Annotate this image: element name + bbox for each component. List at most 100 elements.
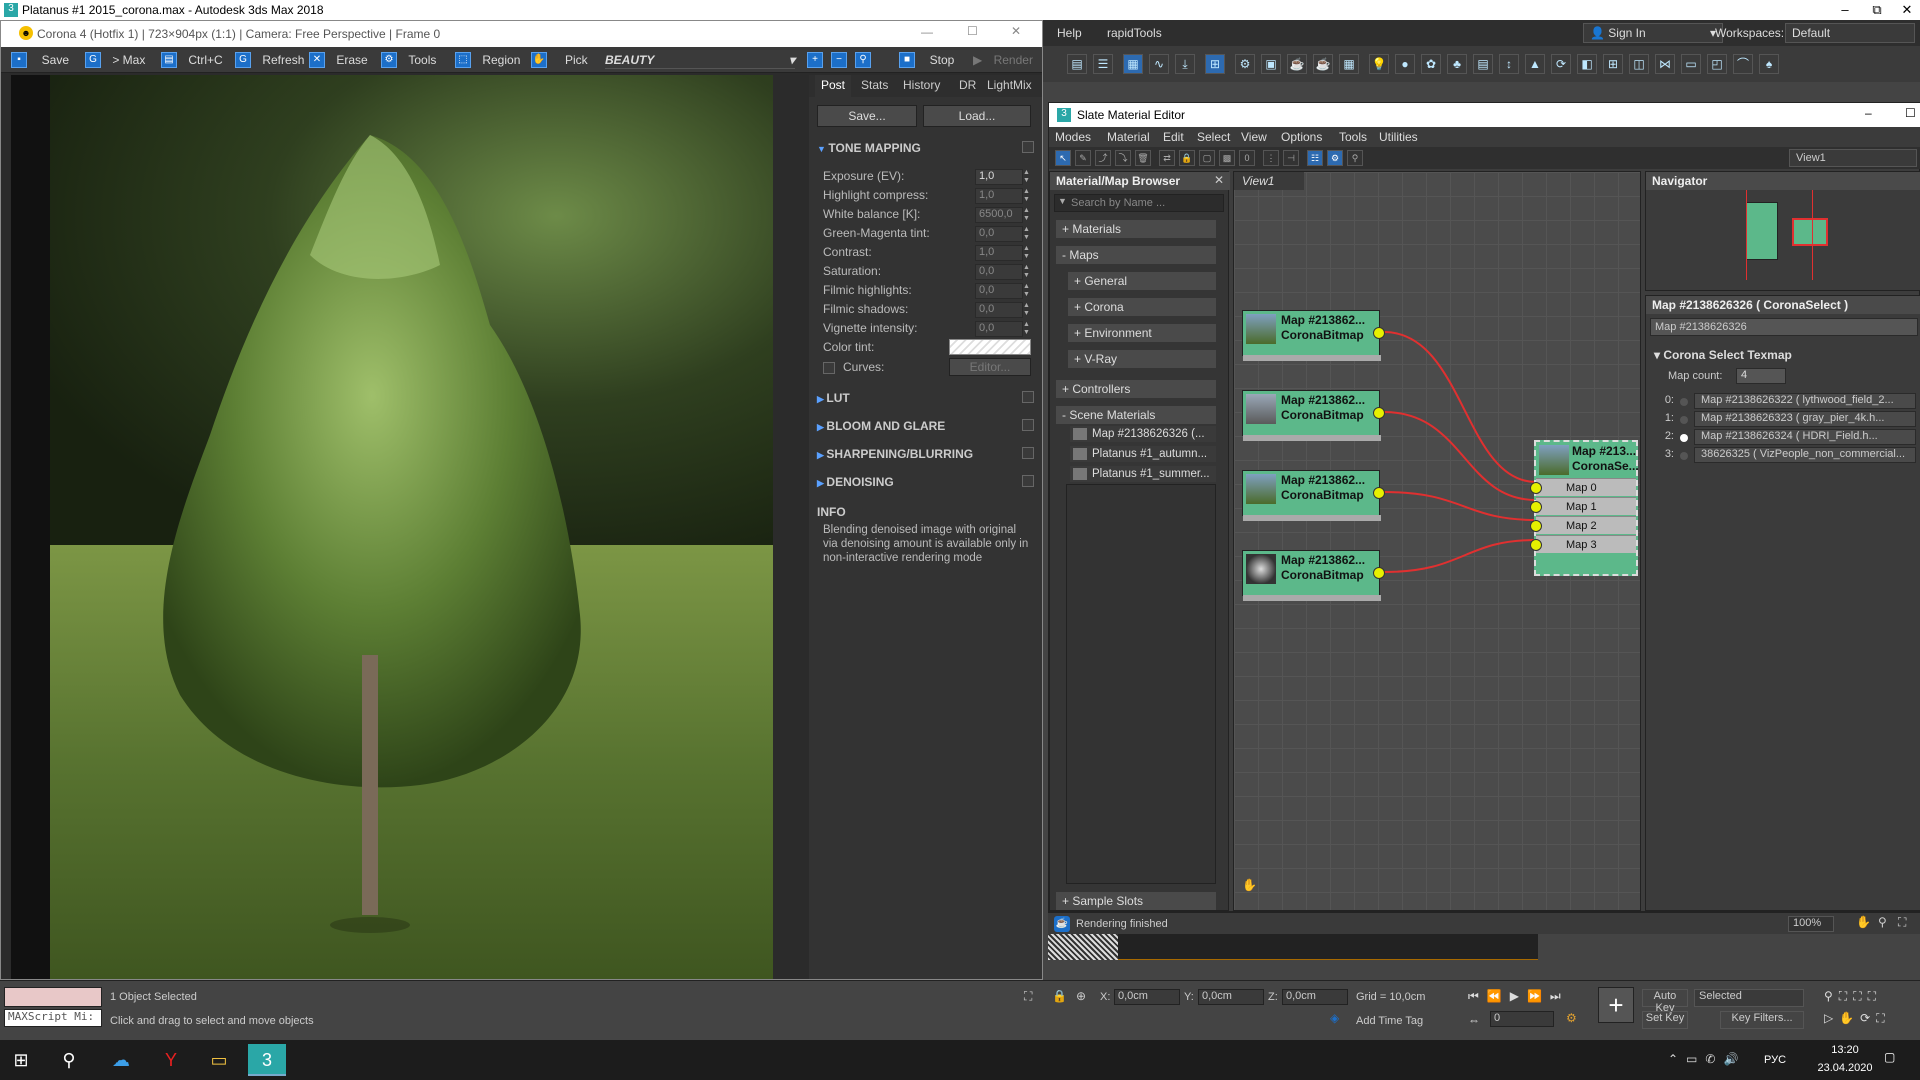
post-save-button[interactable]: Save... [817,105,917,127]
input-socket[interactable] [1530,501,1542,513]
material-editor-icon[interactable]: ⊞ [1205,54,1225,74]
curves-checkbox[interactable] [823,362,835,374]
zoom-fit-button[interactable]: ⚲ [855,51,871,69]
slate-minimize-button[interactable]: – [1865,106,1872,120]
render-production-icon[interactable]: ☕ [1287,54,1307,74]
select-tool-icon[interactable]: ↖ [1055,150,1071,166]
scene-item-autumn[interactable]: Platanus #1_autumn... [1070,446,1216,462]
radio-map-1[interactable] [1680,416,1688,424]
put-material-icon[interactable]: ⤴ [1095,150,1111,166]
corona-select-node[interactable]: Map #213... CoronaSe... Map 0 Map 1 Map 2… [1530,440,1639,576]
slate-menu-options[interactable]: Options [1281,130,1322,144]
network-icon[interactable]: ⋈ [1655,54,1675,74]
cfb-tools-button[interactable]: ⚙ Tools [381,51,436,69]
slot-map0[interactable]: Map 0 [1530,478,1636,496]
cfb-copy-button[interactable]: ▤ Ctrl+C [161,51,223,69]
viewport-orbit-icons[interactable]: ▷✋⟳⛶ [1824,1011,1891,1026]
browser-maps-vray[interactable]: + V-Ray [1068,350,1216,368]
selected-dropdown[interactable]: Selected [1694,989,1804,1007]
current-frame-input[interactable]: 0 [1490,1011,1554,1027]
pan-icon[interactable]: ✋ [1856,915,1871,929]
zoom-dropdown[interactable]: 100% [1788,916,1834,932]
maxscript-listener-top[interactable] [4,987,102,1007]
y-coordinate-input[interactable]: 0,0cm [1198,989,1264,1005]
table-icon[interactable]: ▤ [1473,54,1493,74]
add-time-tag[interactable]: Add Time Tag [1356,1015,1423,1027]
close-button[interactable]: ✕ [1892,2,1920,18]
cfb-refresh-button[interactable]: G Refresh [235,51,304,69]
z-coordinate-input[interactable]: 0,0cm [1282,989,1348,1005]
post-load-button[interactable]: Load... [923,105,1031,127]
tab-lightmix[interactable]: LightMix [987,78,1032,92]
refresh-icon[interactable]: ⟳ [1551,54,1571,74]
channel-dropdown[interactable]: BEAUTY ▾ [605,51,795,69]
slate-menu-modes[interactable]: Modes [1055,130,1091,144]
browser-sample-slots[interactable]: + Sample Slots [1056,892,1216,910]
denoising-toggle[interactable] [1022,475,1034,487]
spinner-icon[interactable]: ▲ ▼ [1023,207,1031,223]
output-socket[interactable] [1373,407,1385,419]
workspace-dropdown[interactable]: Default [1785,23,1915,43]
material-id-icon[interactable]: 0 [1239,150,1255,166]
zoom-in-button[interactable]: + [807,51,823,69]
key-filters-button[interactable]: Key Filters... [1720,1011,1804,1029]
tree-icon[interactable]: ♠ [1759,54,1779,74]
bloom-glare-toggle[interactable] [1022,419,1034,431]
selection-lock-icon[interactable]: 🔒 [1052,989,1067,1003]
tab-history[interactable]: History [903,78,940,92]
search-icon[interactable]: ⚲ [50,1044,88,1076]
move-children-icon[interactable]: ⇄ [1159,150,1175,166]
sharpening-header[interactable]: SHARPENING/BLURRING [817,447,973,461]
windows-start-icon[interactable]: ⊞ [2,1044,40,1076]
pan-hand-icon[interactable]: ✋ [1242,878,1260,896]
browser-materials[interactable]: + Materials [1056,220,1216,238]
restore-button[interactable]: ⧉ [1862,2,1892,18]
filmic-shadows-input[interactable]: 0,0 [975,302,1023,318]
map-slot-button-0[interactable]: Map #2138626322 ( lythwood_field_2... [1694,393,1916,409]
output-socket[interactable] [1373,567,1385,579]
slot-map1[interactable]: Map 1 [1530,497,1636,515]
slate-menu-select[interactable]: Select [1197,130,1230,144]
isolate-icon[interactable]: ⛶ [1024,989,1032,1004]
lut-toggle[interactable] [1022,391,1034,403]
scene-explorer-icon[interactable]: ▤ [1067,54,1087,74]
input-language[interactable]: РУС [1764,1054,1786,1066]
window-icon[interactable]: ▭ [1681,54,1701,74]
delete-icon[interactable]: 🗑 [1135,150,1151,166]
node-view[interactable]: View1 Map #213862... CoronaBitmap Map #21… [1233,171,1641,911]
browser-close-icon[interactable]: ✕ [1214,173,1224,187]
white-balance-input[interactable]: 6500,0 [975,207,1023,223]
light-icon[interactable]: 💡 [1369,54,1389,74]
radio-map-0[interactable] [1680,398,1688,406]
sphere-icon[interactable]: ● [1395,54,1415,74]
saturation-input[interactable]: 0,0 [975,264,1023,280]
slate-maximize-button[interactable]: ☐ [1905,106,1916,120]
rollout-header[interactable]: ▾ Corona Select Texmap [1654,348,1792,362]
cfb-minimize-button[interactable]: — [921,25,933,39]
input-socket[interactable] [1530,539,1542,551]
search-dropdown-icon[interactable]: ▼ [1058,196,1067,206]
map-slot-button-3[interactable]: 38626325 ( VizPeople_non_commercial... [1694,447,1916,463]
slate-menu-edit[interactable]: Edit [1163,130,1184,144]
toggle-ribbon-icon[interactable]: ▦ [1123,54,1143,74]
frame-buffer-icon[interactable]: ◧ [1577,54,1597,74]
bloom-glare-header[interactable]: BLOOM AND GLARE [817,419,945,433]
file-explorer-icon[interactable]: ▭ [200,1044,238,1076]
spinner-icon[interactable]: ▲ ▼ [1023,169,1031,185]
cfb-stop-button[interactable]: ■ Stop [899,51,954,69]
spinner-icon[interactable]: ▲ ▼ [1023,245,1031,261]
cfb-close-button[interactable]: ✕ [1011,24,1021,38]
scene-item-select-map[interactable]: Map #2138626326 (... [1070,426,1216,442]
background-icon[interactable]: ▩ [1219,150,1235,166]
cfb-to-max-button[interactable]: G > Max [85,51,145,69]
browser-maps-general[interactable]: + General [1068,272,1216,290]
input-socket[interactable] [1530,482,1542,494]
browser-scene-materials[interactable]: - Scene Materials [1056,406,1216,424]
pick-material-icon[interactable]: ✎ [1075,150,1091,166]
render-iterative-icon[interactable]: ☕ [1313,54,1333,74]
menu-help[interactable]: Help [1057,26,1082,40]
color-tint-swatch[interactable] [949,339,1031,355]
bridge-icon[interactable]: ⌒ [1733,54,1753,74]
app-cloud-icon[interactable]: ☁ [102,1044,140,1076]
browser-maps-environment[interactable]: + Environment [1068,324,1216,342]
